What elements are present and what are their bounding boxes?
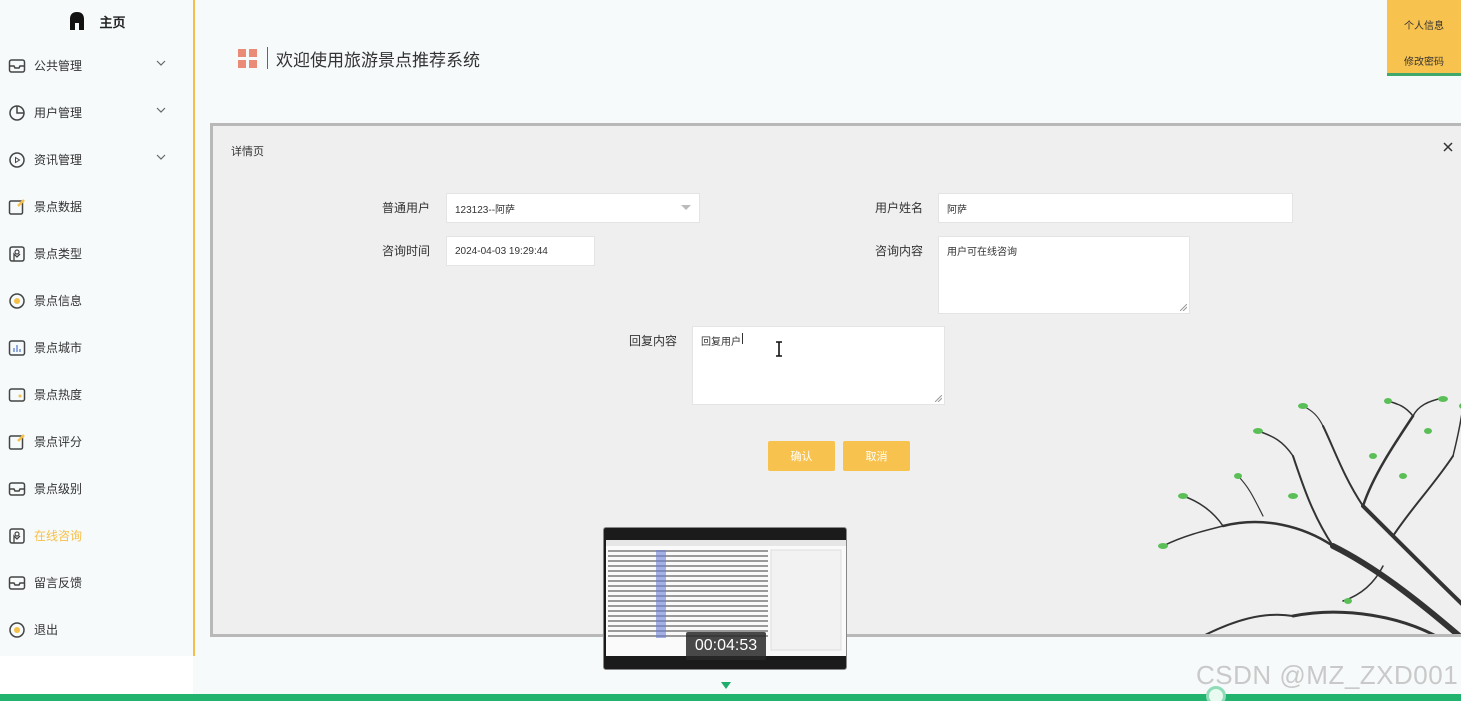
seek-marker-icon	[721, 682, 731, 689]
brand: 欢迎使用旅游景点推荐系统	[238, 46, 480, 70]
user-menu: 个人信息 修改密码	[1387, 0, 1461, 76]
edit-icon	[8, 433, 26, 451]
watermark: CSDN @MZ_ZXD001	[1196, 660, 1459, 690]
sidebar-item[interactable]: 用户管理	[0, 89, 193, 136]
sidebar-item[interactable]: 在线咨询	[0, 512, 193, 559]
sidebar-item-label: 用户管理	[34, 106, 83, 120]
sidebar-item[interactable]: 资讯管理	[0, 136, 193, 183]
sidebar-item-label: 在线咨询	[34, 529, 83, 543]
name-field[interactable]: 阿萨	[938, 193, 1293, 223]
grid-icon	[238, 48, 257, 68]
time-field[interactable]: 2024-04-03 19:29:44	[446, 236, 595, 266]
inbox-icon	[8, 57, 26, 75]
sidebar-item[interactable]: 退出	[0, 606, 193, 653]
sidebar-item-label: 景点热度	[34, 388, 83, 402]
inbox-icon	[8, 574, 26, 592]
time-label: 咨询时间	[382, 244, 431, 258]
inbox-icon	[8, 480, 26, 498]
chevron-down-icon	[681, 205, 691, 210]
sidebar-item[interactable]: 景点数据	[0, 183, 193, 230]
home-label: 主页	[99, 14, 126, 30]
user-select-value: 123123--阿萨	[455, 204, 516, 216]
sidebar-item-label: 景点信息	[34, 294, 83, 308]
home-icon	[70, 12, 85, 30]
sidebar-item[interactable]: 景点类型	[0, 230, 193, 277]
page-title: 欢迎使用旅游景点推荐系统	[276, 50, 480, 70]
sidebar-item-label: 景点评分	[34, 435, 83, 449]
reply-textarea[interactable]: 回复用户	[692, 326, 945, 405]
profile-link[interactable]: 个人信息	[1387, 0, 1461, 48]
sidebar-footer	[0, 656, 193, 694]
sidebar-item-label: 景点数据	[34, 200, 83, 214]
divider	[267, 47, 268, 69]
video-progress-bar[interactable]	[0, 694, 1461, 701]
sidebar-item[interactable]: 景点城市	[0, 324, 193, 371]
tree-illustration	[1158, 396, 1461, 634]
name-field-value: 阿萨	[947, 204, 967, 216]
video-preview: 00:04:53	[603, 527, 847, 670]
bookmark-icon	[8, 245, 26, 263]
change-password-link[interactable]: 修改密码	[1387, 48, 1461, 72]
sun-icon	[8, 292, 26, 310]
sidebar-item-label: 景点类型	[34, 247, 83, 261]
content-textarea[interactable]: 用户可在线咨询	[938, 236, 1190, 314]
sun-icon	[8, 621, 26, 639]
user-label: 普通用户	[382, 201, 431, 215]
sidebar-item[interactable]: 景点信息	[0, 277, 193, 324]
sidebar-item[interactable]: 公共管理	[0, 42, 193, 89]
sidebar-item[interactable]: 景点热度	[0, 371, 193, 418]
close-icon[interactable]	[1441, 140, 1455, 154]
chevron-down-icon	[156, 107, 166, 113]
resize-handle-icon[interactable]	[935, 395, 942, 402]
chevron-down-icon	[156, 154, 166, 160]
text-cursor-icon	[776, 341, 782, 357]
name-label: 用户姓名	[875, 201, 924, 215]
sidebar-item[interactable]: 留言反馈	[0, 559, 193, 606]
video-timestamp: 00:04:53	[686, 632, 766, 660]
wallet-icon	[8, 386, 26, 404]
user-select[interactable]: 123123--阿萨	[446, 193, 700, 223]
sidebar-item-label: 留言反馈	[34, 576, 83, 590]
sidebar-item-label: 景点城市	[34, 341, 83, 355]
sidebar-home[interactable]: 主页	[0, 0, 193, 42]
reply-textarea-value: 回复用户	[701, 337, 741, 348]
reply-label: 回复内容	[629, 334, 678, 348]
sidebar-item[interactable]: 景点级别	[0, 465, 193, 512]
sidebar-item-label: 退出	[34, 623, 59, 637]
time-field-value: 2024-04-03 19:29:44	[455, 245, 548, 257]
play-circle-icon	[8, 151, 26, 169]
content-label: 咨询内容	[875, 244, 924, 258]
sidebar: 主页 公共管理用户管理资讯管理景点数据景点类型景点信息景点城市景点热度景点评分景…	[0, 0, 195, 656]
panel-title: 详情页	[231, 146, 264, 158]
edit-icon	[8, 198, 26, 216]
bar-chart-icon	[8, 339, 26, 357]
text-caret	[742, 333, 743, 344]
cancel-button[interactable]: 取消	[843, 441, 910, 471]
sidebar-item-label: 景点级别	[34, 482, 83, 496]
chevron-down-icon	[156, 60, 166, 66]
content-textarea-value: 用户可在线咨询	[947, 247, 1017, 258]
confirm-button[interactable]: 确认	[768, 441, 835, 471]
resize-handle-icon[interactable]	[1180, 304, 1187, 311]
sidebar-menu: 公共管理用户管理资讯管理景点数据景点类型景点信息景点城市景点热度景点评分景点级别…	[0, 42, 193, 653]
pie-chart-icon	[8, 104, 26, 122]
sidebar-item[interactable]: 景点评分	[0, 418, 193, 465]
bookmark-icon	[8, 527, 26, 545]
sidebar-item-label: 资讯管理	[34, 153, 83, 167]
sidebar-item-label: 公共管理	[34, 59, 83, 73]
